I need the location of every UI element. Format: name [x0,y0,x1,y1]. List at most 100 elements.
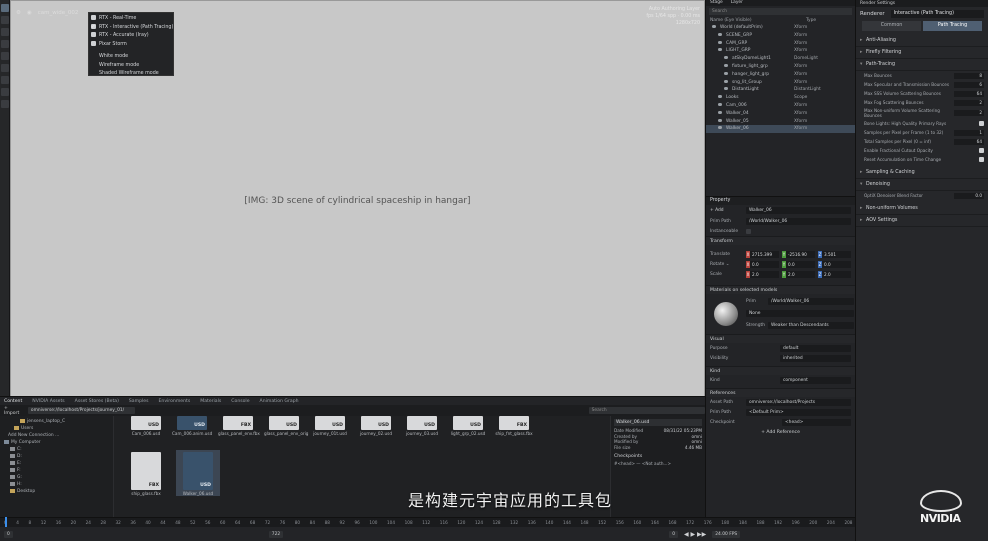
stage-row[interactable]: Walker_04 Xform [706,110,855,118]
menu-item-rtx-interactive[interactable]: ✔ RTX - Interactive (Path Tracing) [89,23,173,33]
purpose-dropdown[interactable]: default [780,344,851,352]
rotate-z-field[interactable]: 0.0 [822,260,851,268]
render-setting-field[interactable]: 8 [954,72,984,79]
tab-animation-graph[interactable]: Animation Graph [260,399,299,404]
asset-tile[interactable]: USD glass_panel_env_orig [264,416,308,436]
menu-item-white-mode[interactable]: White mode [89,53,173,62]
snap-tool-icon[interactable] [1,52,9,60]
checkpoint-item[interactable]: #<head> — <Not auth...> [614,461,702,466]
tree-item[interactable]: H: [0,481,113,488]
gear-icon[interactable]: ⚙ [16,10,21,16]
render-setting-checkbox[interactable] [979,157,984,162]
tab-samples[interactable]: Samples [129,399,149,404]
fps-field[interactable]: 24.00 FPS [712,530,741,538]
tree-item[interactable]: Users [0,425,113,432]
tree-item[interactable]: D: [0,453,113,460]
authoring-layer-label[interactable]: Auto Authoring Layer [620,6,700,13]
tree-item[interactable]: E: [0,460,113,467]
prim-name-field[interactable]: Walker_06 [746,207,851,214]
physics-tool-icon[interactable] [1,88,9,96]
add-button[interactable]: + Add [710,208,746,213]
move-tool-icon[interactable] [1,16,9,24]
checkpoint-dropdown[interactable]: <head> [782,418,851,426]
asset-tile[interactable]: FBX ship_fnt_glass.fbx [494,416,534,436]
asset-tile[interactable]: USD Cam_006.usd [126,416,166,436]
tree-item[interactable]: jensens_laptop_C [0,418,113,425]
scale-tool-icon[interactable] [1,40,9,48]
stage-row[interactable]: LIGHT_GRP Xform [706,47,855,55]
menu-item-pixar-storm[interactable]: Pixar Storm [89,40,173,50]
render-setting-field[interactable]: 2 [954,110,984,116]
eye-icon[interactable] [724,56,728,60]
current-frame-field[interactable]: 0 [669,530,678,538]
stage-row[interactable]: Cam_006 Xform [706,102,855,110]
path-field[interactable]: omniverse://localhost/Projects/journey_0… [27,407,135,414]
tree-item[interactable]: G: [0,474,113,481]
tree-item[interactable]: Add New Connection ... [0,432,113,439]
tab-console[interactable]: Console [231,399,249,404]
render-setting-field[interactable]: 6 [954,81,984,88]
tree-item[interactable]: C: [0,446,113,453]
visibility-dropdown[interactable]: inherited [780,354,851,362]
column-name[interactable]: Name (Eye Visible) [710,17,806,24]
end-frame-field[interactable]: 722 [268,530,284,538]
render-setting-field[interactable]: 64 [954,90,984,97]
start-frame-field[interactable]: 0 [4,530,13,538]
stage-row[interactable]: Looks Scope [706,94,855,102]
stage-row[interactable]: World (defaultPrim) Xform [706,24,855,32]
rotate-x-field[interactable]: 0.0 [750,260,779,268]
material-dropdown[interactable]: None [746,309,854,317]
instanceable-checkbox[interactable] [746,228,751,234]
eye-icon[interactable] [724,71,728,75]
stage-row[interactable]: SCENE_GRP Xform [706,32,855,40]
tab-asset-stores[interactable]: Asset Stores (Beta) [75,399,119,404]
eye-icon[interactable] [724,87,728,91]
tab-environments[interactable]: Environments [159,399,191,404]
camera-label[interactable]: cam_wide_002 [38,10,79,16]
tab-stage[interactable]: Stage [710,0,723,6]
ref-prim-path-field[interactable]: <Default Prim> [746,408,851,416]
eye-icon[interactable] [718,110,722,114]
stage-row[interactable]: hanger_light_grp Xform [706,71,855,79]
tab-common[interactable]: Common [862,21,921,31]
light-tool-icon[interactable] [1,76,9,84]
asset-tile[interactable]: USD journey_01t.usd [310,416,350,436]
renderer-dropdown[interactable]: Interactive (Path Tracing) [890,10,984,18]
rotate-tool-icon[interactable] [1,28,9,36]
play-tool-icon[interactable] [1,100,9,108]
stage-row[interactable]: CAM_GRP Xform [706,40,855,48]
add-reference-button[interactable]: + Add Reference [706,430,855,435]
timeline-ruler[interactable]: 0481216202428323640444852566064687276808… [0,517,855,527]
section-firefly-filtering[interactable]: Firefly Filtering [856,47,988,59]
materials-section[interactable]: Materials on selected models [706,285,855,294]
translate-x-field[interactable]: 2715.399 [750,250,779,258]
scale-x-field[interactable]: 2.0 [750,270,779,278]
stage-row[interactable]: DistantLight DistantLight [706,86,855,94]
asset-tile[interactable]: USD Cam_006.anim.usd [172,416,212,436]
stage-row[interactable]: atSkyDomeLight1 DomeLight [706,55,855,63]
asset-tile[interactable]: USD journey_03.usd [402,416,442,436]
asset-tile[interactable]: FBX ship_glass.fbx [126,452,166,496]
section-denoising[interactable]: Denoising [856,179,988,191]
denoiser-blend-field[interactable]: 0.0 [954,192,984,199]
kind-section[interactable]: Kind [706,366,855,375]
render-setting-field[interactable]: 1 [954,129,984,136]
eye-icon[interactable] [724,79,728,83]
eye-icon[interactable] [718,102,722,106]
rotate-y-field[interactable]: 0.0 [786,260,815,268]
eye-icon[interactable] [718,95,722,99]
rotate-label[interactable]: Rotate ⌄ [710,262,746,267]
asset-tile[interactable]: FBX glass_panel_env.fbx [218,416,260,436]
tree-item[interactable]: Desktop [0,488,113,495]
tab-path-tracing[interactable]: Path Tracing [923,21,982,31]
menu-item-rtx-accurate[interactable]: RTX - Accurate (Iray) [89,32,173,41]
stage-search-input[interactable]: Search [709,8,852,15]
select-tool-icon[interactable] [1,4,9,12]
menu-item-wireframe[interactable]: Wireframe mode [89,62,173,71]
tree-item[interactable]: F: [0,467,113,474]
strength-dropdown[interactable]: Weaker than Descendants [768,321,854,329]
playhead[interactable] [5,517,7,527]
stage-row-selected[interactable]: Walker_06 Xform [706,125,855,134]
eye-icon[interactable] [718,118,722,122]
eye-icon[interactable] [712,25,716,28]
